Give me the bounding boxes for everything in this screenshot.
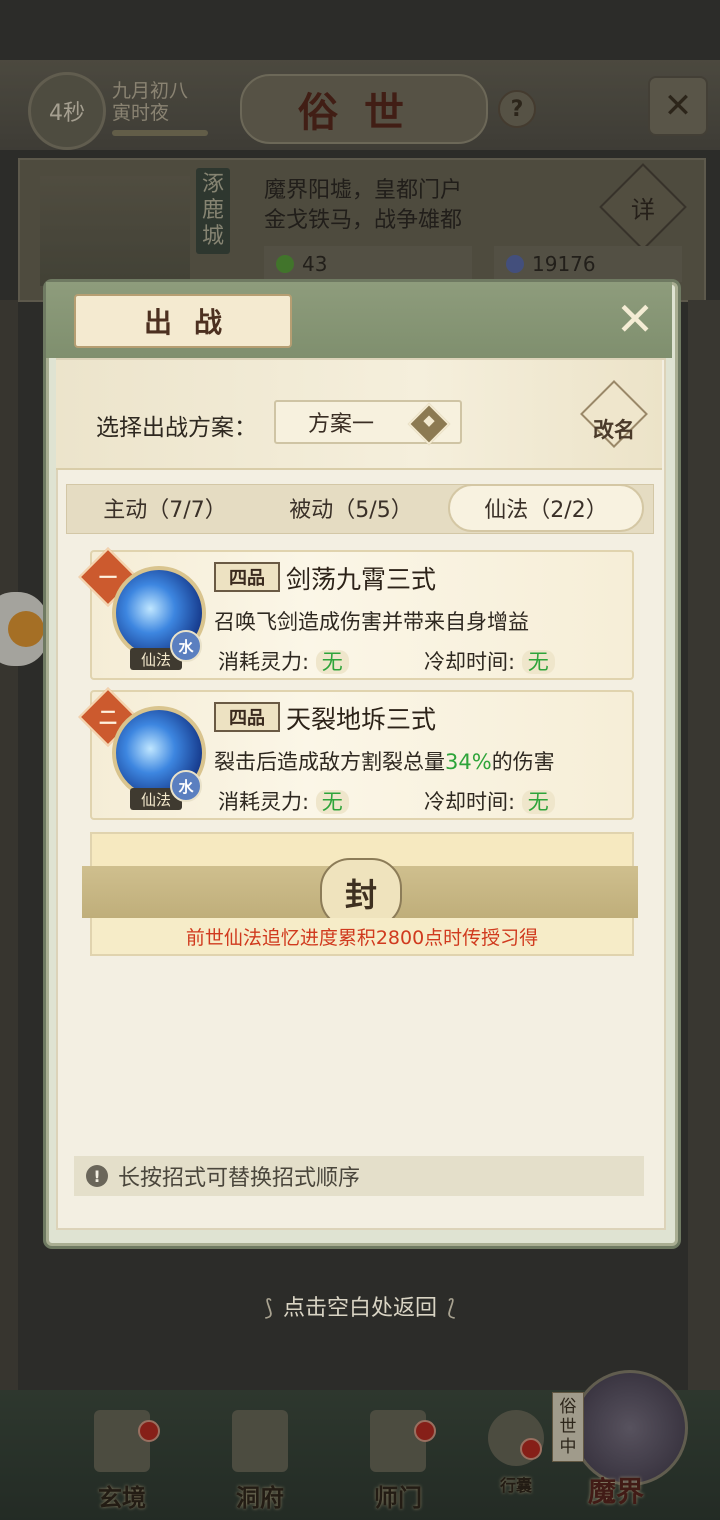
- skill-description: 召唤飞剑造成伤害并带来自身增益: [214, 610, 529, 634]
- tab-immortal-arts[interactable]: 仙法（2/2）: [448, 484, 644, 532]
- reorder-hint: ! 长按招式可替换招式顺序: [74, 1156, 644, 1196]
- rename-button[interactable]: 改名: [580, 380, 648, 448]
- mana-cost-value: 无: [315, 650, 349, 674]
- unlock-condition: 前世仙法追忆进度累积2800点时传授习得: [90, 918, 634, 956]
- tab-label: 仙法（2/2）: [484, 498, 608, 523]
- rename-label: 改名: [593, 417, 635, 442]
- desc-highlight: 34%: [445, 750, 492, 774]
- chevron-down-icon: [407, 402, 451, 446]
- mana-cost-label: 消耗灵力:: [218, 790, 310, 814]
- plan-selected-value: 方案一: [308, 412, 375, 437]
- cooldown: 冷却时间: 无: [424, 786, 555, 816]
- mana-cost-label: 消耗灵力:: [218, 650, 310, 674]
- water-element-icon: 水: [170, 630, 202, 662]
- ornament-left-icon: ⟆: [264, 1296, 273, 1321]
- ornament-right-icon: ⟅: [447, 1296, 456, 1321]
- info-icon: !: [86, 1165, 108, 1187]
- cooldown-label: 冷却时间:: [424, 790, 516, 814]
- skill-grade-badge: 四品: [214, 562, 280, 592]
- skill-grade-badge: 四品: [214, 702, 280, 732]
- desc-text: 裂击后造成敌方割裂总量: [214, 750, 445, 774]
- cooldown-label: 冷却时间:: [424, 650, 516, 674]
- mana-cost: 消耗灵力: 无: [218, 786, 349, 816]
- cooldown: 冷却时间: 无: [424, 646, 555, 676]
- modal-title-text: 出战: [143, 306, 244, 339]
- hint-text: 长按招式可替换招式顺序: [118, 1166, 361, 1191]
- plan-dropdown[interactable]: 方案一: [274, 400, 462, 446]
- skill-description: 裂击后造成敌方割裂总量34%的伤害: [214, 746, 555, 776]
- skill-name: 剑荡九霄三式: [286, 565, 437, 594]
- plan-label: 选择出战方案：: [96, 415, 257, 441]
- mana-cost-value: 无: [315, 790, 349, 814]
- mana-cost: 消耗灵力: 无: [218, 646, 349, 676]
- desc-text: 的伤害: [491, 750, 555, 774]
- cooldown-value: 无: [521, 650, 555, 674]
- unlock-text: 前世仙法追忆进度累积2800点时传授习得: [185, 926, 539, 949]
- tab-label: 主动（7/7）: [103, 498, 227, 523]
- cooldown-value: 无: [521, 790, 555, 814]
- return-hint-text: 点击空白处返回: [282, 1296, 437, 1321]
- tab-active-skills[interactable]: 主动（7/7）: [80, 484, 250, 532]
- tab-label: 被动（5/5）: [289, 498, 413, 523]
- skill-name: 天裂地坼三式: [286, 705, 437, 734]
- close-icon[interactable]: ✕: [610, 292, 660, 346]
- tab-passive-skills[interactable]: 被动（5/5）: [266, 484, 436, 532]
- tap-to-return-hint[interactable]: ⟆ 点击空白处返回 ⟅: [0, 1290, 720, 1322]
- modal-title: 出战: [74, 294, 292, 348]
- water-element-icon: 水: [170, 770, 202, 802]
